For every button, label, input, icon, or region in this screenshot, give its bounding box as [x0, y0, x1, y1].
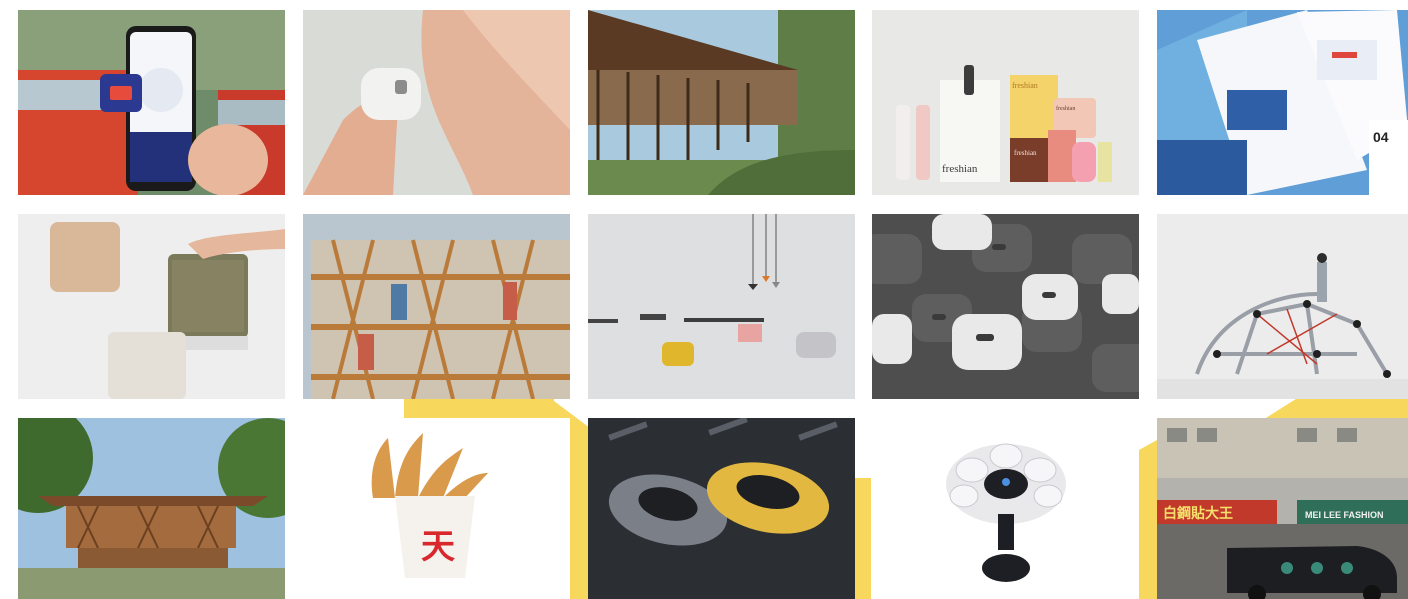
freshian-box-text: freshian: [1014, 149, 1037, 157]
gallery-tile-playground[interactable]: [1157, 214, 1408, 399]
street-scene-image: 白鋼貼大王 MEI LEE FASHION: [1157, 418, 1408, 599]
gallery-tile-furniture-set[interactable]: [588, 214, 855, 399]
timber-facade-image: [303, 214, 570, 399]
adaptive-controller-image: [872, 418, 1139, 599]
gallery-tile-stilt-building[interactable]: [588, 10, 855, 195]
yellow-band-street-top: [1265, 398, 1408, 418]
bus-app-image: [18, 10, 285, 195]
gallery-tile-timber-facade[interactable]: [303, 214, 570, 399]
gallery-tile-dark-grey-devices[interactable]: [872, 214, 1139, 399]
air-purifiers-image: [18, 214, 285, 399]
freshian-brand-text: freshian: [942, 163, 978, 175]
freshian-top-box-text: freshian: [1012, 81, 1038, 90]
yellow-band-left: [404, 398, 554, 418]
fries-logo-mark: 天: [421, 527, 455, 567]
freshian-packaging-image: freshian freshian freshian freshian: [872, 10, 1139, 195]
gallery-tile-fries-packaging[interactable]: 天: [303, 418, 570, 599]
street-sign-left: 白鋼貼大王: [1163, 505, 1233, 522]
gallery-tile-air-purifiers[interactable]: [18, 214, 285, 399]
yellow-strip-street-left: [1139, 440, 1157, 599]
gallery-tile-wooden-pavilion[interactable]: [18, 418, 285, 599]
yellow-strip-cars: [855, 478, 871, 599]
freshian-jar-text: freshian: [1056, 105, 1075, 112]
furniture-set-image: [588, 214, 855, 399]
playground-image: [1157, 214, 1408, 399]
gallery-tile-cars-top-view[interactable]: [588, 418, 855, 599]
gallery-tile-street-scene[interactable]: 白鋼貼大王 MEI LEE FASHION: [1157, 418, 1408, 599]
gallery-tile-freshian-packaging[interactable]: freshian freshian freshian freshian: [872, 10, 1139, 195]
street-sign-right: MEI LEE FASHION: [1305, 510, 1384, 520]
stilt-building-image: [588, 10, 855, 195]
skin-device-image: [303, 10, 570, 195]
gallery-tile-adaptive-controller[interactable]: [872, 418, 1139, 599]
fries-packaging-image: 天: [303, 418, 570, 599]
wooden-pavilion-image: [18, 418, 285, 599]
gallery-tile-bus-app[interactable]: [18, 10, 285, 195]
dark-grey-devices-image: [872, 214, 1139, 399]
illustrated-book-image: 04: [1157, 10, 1408, 195]
cars-top-view-image: [588, 418, 855, 599]
gallery-tile-illustrated-book[interactable]: 04: [1157, 10, 1408, 195]
gallery-tile-skin-device[interactable]: [303, 10, 570, 195]
book-page-number-text: 04: [1373, 129, 1389, 145]
